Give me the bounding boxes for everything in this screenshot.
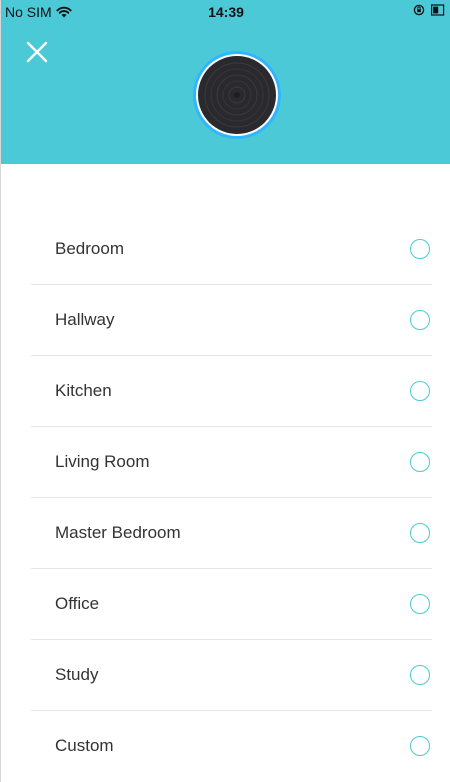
radio-button[interactable] <box>410 736 430 756</box>
room-label: Living Room <box>55 452 150 471</box>
room-option-hallway[interactable]: Hallway <box>31 285 432 356</box>
radio-button[interactable] <box>410 381 430 401</box>
room-option-master-bedroom[interactable]: Master Bedroom <box>31 498 432 569</box>
radio-button[interactable] <box>410 452 430 472</box>
room-option-custom[interactable]: Custom <box>31 711 432 781</box>
radio-button[interactable] <box>410 523 430 543</box>
room-label: Bedroom <box>55 239 124 258</box>
room-option-bedroom[interactable]: Bedroom <box>31 214 432 285</box>
close-button[interactable] <box>21 36 53 68</box>
radio-button[interactable] <box>410 594 430 614</box>
room-label: Custom <box>55 736 114 755</box>
status-right <box>413 4 445 16</box>
header-banner: No SIM 14:39 <box>1 0 450 164</box>
radio-button[interactable] <box>410 239 430 259</box>
status-time: 14:39 <box>208 4 244 20</box>
room-label: Hallway <box>55 310 115 329</box>
room-option-kitchen[interactable]: Kitchen <box>31 356 432 427</box>
room-label: Master Bedroom <box>55 523 181 542</box>
radio-button[interactable] <box>410 665 430 685</box>
room-label: Kitchen <box>55 381 112 400</box>
speaker-icon <box>198 56 276 134</box>
room-option-living-room[interactable]: Living Room <box>31 427 432 498</box>
room-select-screen: No SIM 14:39 Bedroom Hallway Kitchen Liv… <box>0 0 450 782</box>
status-bar: No SIM 14:39 <box>1 0 450 24</box>
room-option-office[interactable]: Office <box>31 569 432 640</box>
battery-icon <box>431 4 445 16</box>
room-option-study[interactable]: Study <box>31 640 432 711</box>
room-label: Study <box>55 665 99 684</box>
radio-button[interactable] <box>410 310 430 330</box>
orientation-lock-icon <box>413 4 425 16</box>
room-label: Office <box>55 594 100 613</box>
room-list: Bedroom Hallway Kitchen Living Room Mast… <box>31 214 432 781</box>
device-avatar <box>196 54 278 136</box>
close-icon <box>26 41 48 63</box>
